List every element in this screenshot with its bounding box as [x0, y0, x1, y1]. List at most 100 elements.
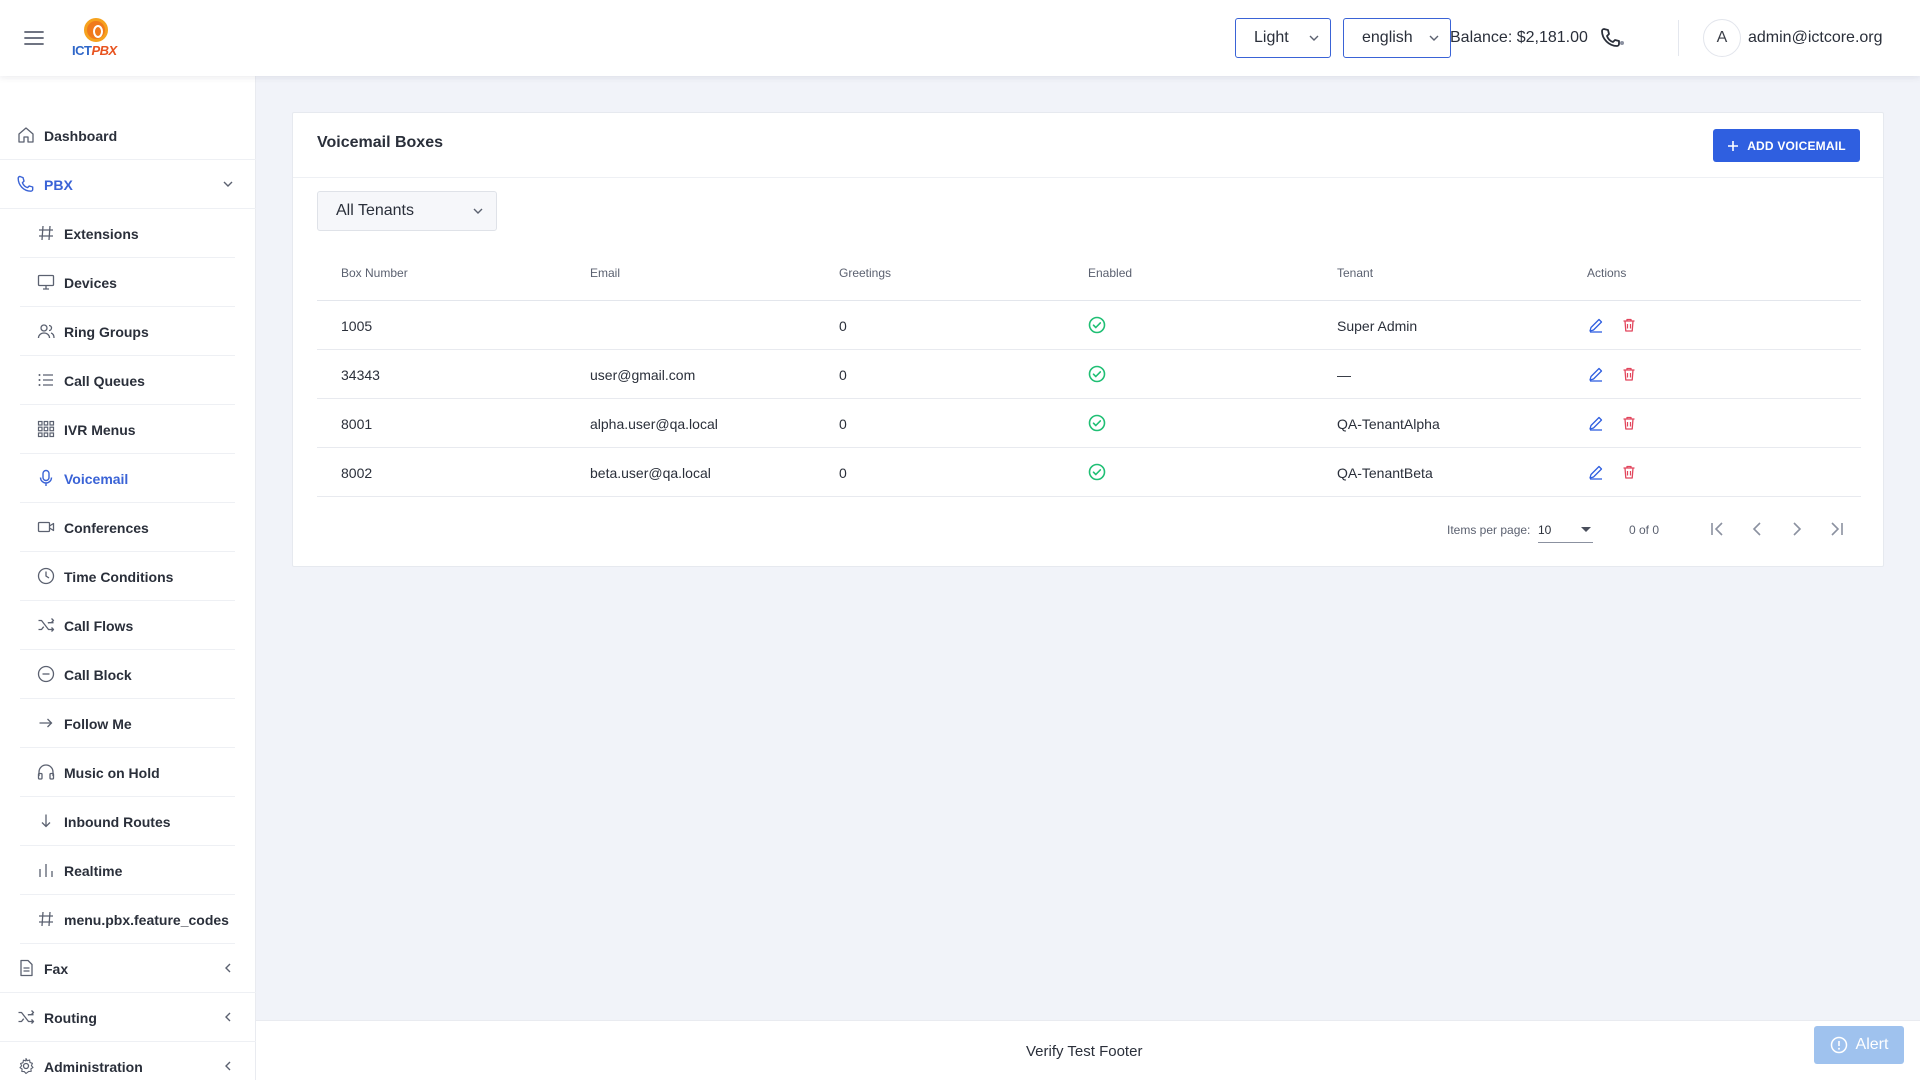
chevron-left-icon: [225, 963, 231, 973]
cell-tenant: QA-TenantAlpha: [1337, 416, 1440, 432]
headphones-icon: [37, 764, 55, 780]
avatar[interactable]: A: [1703, 19, 1741, 57]
cell-tenant: Super Admin: [1337, 318, 1418, 334]
sidebar-item-label: Call Queues: [64, 373, 145, 389]
sidebar-item-extensions[interactable]: Extensions: [20, 209, 235, 258]
sidebar-item-voicemail[interactable]: Voicemail: [20, 454, 235, 503]
sidebar-item-label: menu.pbx.feature_codes: [64, 912, 229, 928]
items-per-page-select[interactable]: 10: [1538, 517, 1593, 543]
sidebar-item-ivr-menus[interactable]: IVR Menus: [20, 405, 235, 454]
trash-icon[interactable]: [1621, 317, 1637, 333]
column-header-greetings[interactable]: Greetings: [839, 266, 891, 280]
language-select-value: english: [1362, 29, 1413, 46]
sidebar-item-label: PBX: [44, 177, 73, 193]
sidebar-item-dashboard[interactable]: Dashboard: [0, 111, 256, 160]
minus-circle-icon: [37, 665, 55, 683]
sidebar-item-label: Music on Hold: [64, 765, 160, 781]
sidebar-item-label: Dashboard: [44, 128, 118, 144]
check-circle-icon: [1088, 463, 1106, 481]
sidebar-item-label: Inbound Routes: [64, 814, 171, 830]
tenant-filter-select[interactable]: All Tenants: [317, 191, 497, 231]
table-row: 8002 beta.user@qa.local 0 QA-TenantBeta: [317, 448, 1861, 497]
cell-greetings: 0: [839, 465, 847, 481]
first-page-icon[interactable]: [1705, 517, 1729, 541]
alert-button[interactable]: Alert: [1814, 1026, 1904, 1064]
sidebar-item-label: IVR Menus: [64, 422, 136, 438]
sidebar-item-realtime[interactable]: Realtime: [20, 846, 235, 895]
home-icon: [18, 127, 34, 143]
cell-email: user@gmail.com: [590, 367, 696, 383]
column-header-box-number[interactable]: Box Number: [341, 266, 408, 280]
column-header-tenant[interactable]: Tenant: [1337, 266, 1373, 280]
bar-chart-icon: [39, 864, 53, 877]
items-per-page-value: 10: [1538, 523, 1552, 537]
column-header-enabled[interactable]: Enabled: [1088, 266, 1132, 280]
sidebar-item-call-flows[interactable]: Call Flows: [20, 601, 235, 650]
column-header-actions: Actions: [1587, 266, 1627, 280]
sidebar-item-follow-me[interactable]: Follow Me: [20, 699, 235, 748]
last-page-icon[interactable]: [1825, 517, 1849, 541]
list-icon: [38, 374, 53, 386]
table-row: 8001 alpha.user@qa.local 0 QA-TenantAlph…: [317, 399, 1861, 448]
header-divider: [1678, 20, 1679, 56]
sidebar-item-label: Follow Me: [64, 716, 132, 732]
sidebar-item-conferences[interactable]: Conferences: [20, 503, 235, 552]
edit-icon[interactable]: [1588, 415, 1604, 431]
alert-label: Alert: [1855, 1036, 1889, 1053]
top-header: ICTPBX Light english Balance: $2,181.00 …: [0, 0, 1920, 76]
app-logo[interactable]: ICTPBX: [70, 16, 126, 60]
phone-status-icon[interactable]: [1600, 27, 1626, 49]
theme-select[interactable]: Light: [1235, 18, 1331, 58]
cell-email: beta.user@qa.local: [590, 465, 711, 481]
video-icon: [37, 521, 55, 533]
edit-icon[interactable]: [1588, 317, 1604, 333]
sidebar-item-inbound-routes[interactable]: Inbound Routes: [20, 797, 235, 846]
voicemail-table: Box Number Email Greetings Enabled Tenan…: [317, 243, 1861, 497]
sidebar-item-label: Administration: [44, 1059, 143, 1075]
phone-icon: [17, 175, 34, 192]
page-range: 0 of 0: [1629, 523, 1660, 537]
sidebar-item-fax[interactable]: Fax: [0, 944, 256, 993]
table-row: 34343 user@gmail.com 0 —: [317, 350, 1861, 399]
trash-icon[interactable]: [1621, 464, 1637, 480]
sidebar-item-administration[interactable]: Administration: [0, 1042, 256, 1080]
next-page-icon[interactable]: [1785, 517, 1809, 541]
chevron-left-icon: [225, 1061, 231, 1071]
user-menu[interactable]: admin@ictcore.org: [1748, 29, 1883, 47]
sidebar-item-label: Call Block: [64, 667, 132, 683]
chevron-down-icon: [223, 181, 233, 187]
language-select[interactable]: english: [1343, 18, 1451, 58]
chevron-left-icon: [225, 1012, 231, 1022]
sidebar-item-label: Realtime: [64, 863, 123, 879]
hash-icon: [39, 911, 53, 927]
edit-icon[interactable]: [1588, 366, 1604, 382]
sidebar-item-music-on-hold[interactable]: Music on Hold: [20, 748, 235, 797]
trash-icon[interactable]: [1621, 366, 1637, 382]
trash-icon[interactable]: [1621, 415, 1637, 431]
logo-mark-icon: [84, 18, 108, 42]
menu-toggle-icon[interactable]: [22, 26, 46, 50]
users-icon: [37, 324, 55, 339]
sidebar-item-label: Extensions: [64, 226, 139, 242]
edit-icon[interactable]: [1588, 464, 1604, 480]
cell-box-number: 34343: [341, 367, 380, 383]
sidebar-item-call-block[interactable]: Call Block: [20, 650, 235, 699]
arrow-down-icon: [41, 814, 51, 828]
sidebar-item-devices[interactable]: Devices: [20, 258, 235, 307]
sidebar-item-routing[interactable]: Routing: [0, 993, 256, 1042]
previous-page-icon[interactable]: [1745, 517, 1769, 541]
sidebar-item-feature-codes[interactable]: menu.pbx.feature_codes: [20, 895, 235, 944]
column-header-email[interactable]: Email: [590, 266, 620, 280]
sidebar-item-ring-groups[interactable]: Ring Groups: [20, 307, 235, 356]
sidebar-item-label: Time Conditions: [64, 569, 174, 585]
sidebar-item-call-queues[interactable]: Call Queues: [20, 356, 235, 405]
chevron-down-icon: [1309, 35, 1319, 41]
page-footer: Verify Test Footer: [256, 1020, 1920, 1080]
sidebar-item-time-conditions[interactable]: Time Conditions: [20, 552, 235, 601]
shuffle-icon: [18, 1010, 35, 1024]
add-voicemail-button[interactable]: ADD VOICEMAIL: [1713, 129, 1860, 162]
sidebar-item-label: Call Flows: [64, 618, 134, 634]
sidebar-item-label: Routing: [44, 1010, 97, 1026]
sidebar-item-pbx[interactable]: PBX: [0, 160, 256, 209]
clock-icon: [37, 567, 55, 585]
